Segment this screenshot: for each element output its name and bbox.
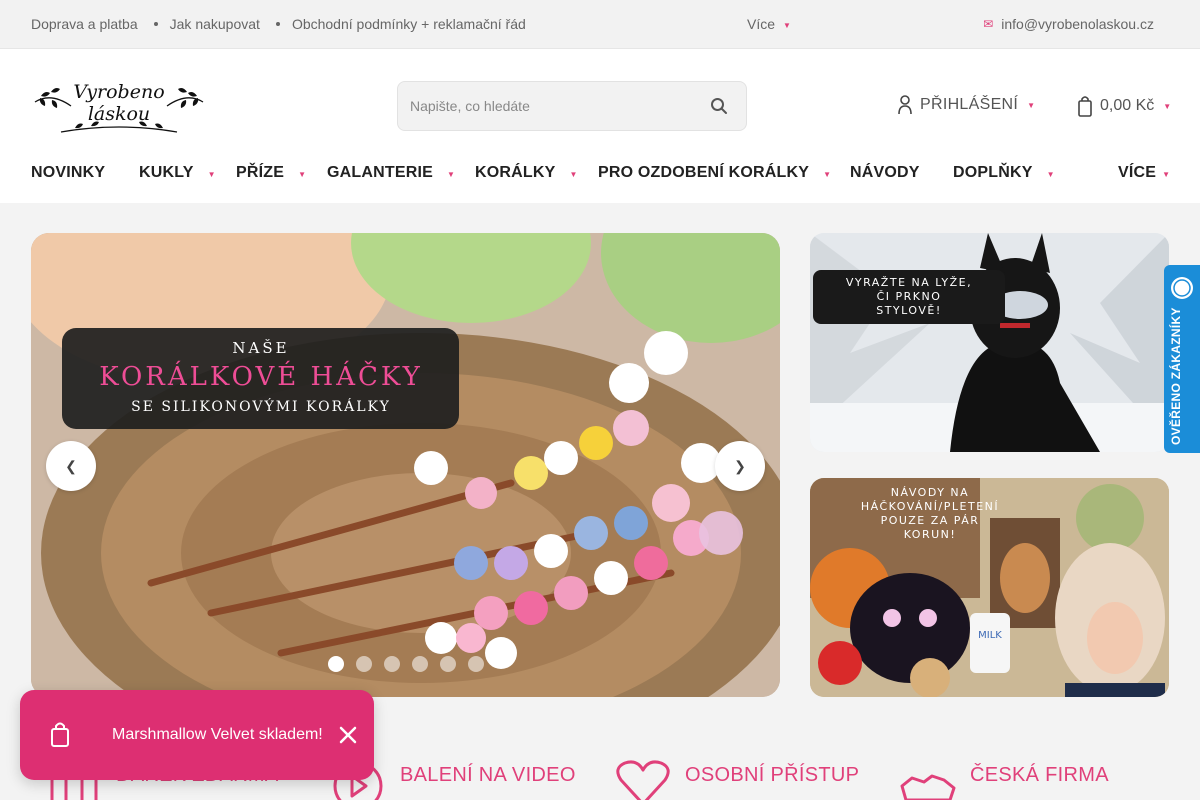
logo-graphic: Vyrobeno láskou (34, 81, 204, 133)
verified-by-customers-badge[interactable]: OVĚŘENO ZÁKAZNÍKY (1164, 265, 1200, 453)
nav-item-novinky[interactable]: NOVINKY (31, 164, 105, 182)
hero-slider[interactable]: NAŠE KORÁLKOVÉ HÁČKY SE SILIKONOVÝMI KOR… (31, 233, 780, 697)
top-email-link[interactable]: ✉ info@vyrobenolaskou.cz (983, 16, 1154, 32)
search-icon[interactable] (710, 97, 728, 115)
verified-seal-icon (1171, 277, 1193, 299)
slider-dot[interactable] (440, 656, 456, 672)
link-how-to-buy[interactable]: Jak nakupovat (170, 16, 260, 32)
chevron-down-icon: ▼ (783, 20, 791, 30)
patterns-banner-line-4: KORUN! (904, 528, 957, 541)
nav-item-vice[interactable]: VÍCE ▼ (1118, 164, 1170, 182)
nav-item-pro-ozdobeni[interactable]: PRO OZDOBENÍ KORÁLKY ▼ (598, 164, 831, 182)
milk-label: MILK (978, 630, 1002, 641)
nav-label: DOPLŇKY (953, 164, 1033, 181)
slider-dots (328, 656, 484, 672)
heart-icon (616, 760, 670, 800)
stock-notification-toast[interactable]: Marshmallow Velvet skladem! (20, 690, 374, 780)
hero-title-small: NAŠE (232, 339, 289, 357)
slider-dot[interactable] (384, 656, 400, 672)
nav-item-kukly[interactable]: KUKLY ▼ (139, 164, 216, 182)
cart-total: 0,00 Kč (1100, 97, 1155, 114)
nav-label: KORÁLKY (475, 164, 556, 181)
nav-label: GALANTERIE (327, 164, 433, 181)
slider-dot[interactable] (328, 656, 344, 672)
slider-dot[interactable] (468, 656, 484, 672)
link-terms[interactable]: Obchodní podmínky + reklamační řád (292, 16, 526, 32)
hero-title: KORÁLKOVÉ HÁČKY (99, 360, 423, 392)
top-links: Doprava a platba Jak nakupovat Obchodní … (31, 0, 526, 48)
patterns-banner-line-1: NÁVODY NA (891, 486, 969, 499)
verified-label: OVĚŘENO ZÁKAZNÍKY (1169, 307, 1183, 445)
side-banner-patterns-image: MILK NÁVODY NA HÁČKOVÁNÍ/PLETENÍ POUZE Z… (810, 478, 1169, 697)
top-more-label: Více (747, 16, 776, 32)
logo[interactable]: Vyrobeno láskou (31, 72, 207, 138)
side-banner-patterns[interactable]: MILK NÁVODY NA HÁČKOVÁNÍ/PLETENÍ POUZE Z… (810, 478, 1169, 697)
nav-label: KUKLY (139, 164, 194, 181)
chevron-down-icon: ▼ (298, 170, 307, 179)
feature-czech-company: ČESKÁ FIRMA (970, 764, 1109, 786)
ski-banner-line-1: VYRAŽTE NA LYŽE, (846, 276, 972, 289)
email-text: info@vyrobenolaskou.cz (1001, 16, 1154, 32)
patterns-banner-line-2: HÁČKOVÁNÍ/PLETENÍ (861, 500, 999, 513)
hero-subtitle: SE SILIKONOVÝMI KORÁLKY (131, 397, 391, 415)
chevron-down-icon: ▼ (1163, 101, 1172, 111)
ski-banner-line-2: ČI PRKNO (877, 290, 942, 303)
hero-image: NAŠE KORÁLKOVÉ HÁČKY SE SILIKONOVÝMI KOR… (31, 233, 780, 697)
chevron-down-icon: ▼ (823, 170, 832, 179)
chevron-down-icon: ▼ (1046, 170, 1055, 179)
svg-text:Vyrobeno: Vyrobeno (73, 81, 164, 103)
separator-dot (153, 22, 158, 26)
top-bar: Doprava a platba Jak nakupovat Obchodní … (0, 0, 1200, 49)
envelope-icon: ✉ (983, 17, 994, 31)
nav-item-prize[interactable]: PŘÍZE ▼ (236, 164, 306, 182)
user-icon (898, 95, 912, 115)
feature-personal-approach: OSOBNÍ PŘÍSTUP (685, 764, 860, 786)
side-banner-ski[interactable]: VYRAŽTE NA LYŽE, ČI PRKNO STYLOVĚ! (810, 233, 1169, 452)
chevron-down-icon: ▼ (207, 170, 216, 179)
nav-label: PRO OZDOBENÍ KORÁLKY (598, 164, 810, 181)
search-input[interactable] (410, 82, 700, 130)
nav-label: VÍCE (1118, 164, 1157, 181)
chevron-down-icon: ▼ (569, 170, 578, 179)
side-banner-ski-image: VYRAŽTE NA LYŽE, ČI PRKNO STYLOVĚ! (810, 233, 1169, 452)
chevron-down-icon: ▼ (447, 170, 456, 179)
czech-map-icon (900, 774, 956, 800)
feature-video-packing: BALENÍ NA VIDEO (400, 764, 576, 786)
close-icon[interactable] (338, 725, 358, 745)
nav-item-koralky[interactable]: KORÁLKY ▼ (475, 164, 578, 182)
nav-item-doplnky[interactable]: DOPLŇKY ▼ (953, 164, 1055, 182)
chevron-right-icon: ❯ (734, 457, 746, 474)
cart-button[interactable]: 0,00 Kč ▼ (1078, 95, 1171, 117)
login-button[interactable]: PŘIHLÁŠENÍ ▼ (898, 95, 1035, 115)
patterns-banner-line-3: POUZE ZA PÁR (881, 514, 980, 527)
chevron-down-icon: ▼ (1027, 100, 1036, 110)
top-more-dropdown[interactable]: Více ▼ (747, 16, 791, 32)
nav-item-navody[interactable]: NÁVODY (850, 164, 920, 182)
chevron-down-icon: ▼ (1162, 170, 1171, 179)
ski-banner-line-3: STYLOVĚ! (876, 304, 942, 317)
chevron-left-icon: ❮ (65, 457, 77, 474)
main-nav: NOVINKY KUKLY ▼ PŘÍZE ▼ GALANTERIE ▼ KORÁLK… (31, 160, 1170, 188)
slider-dot[interactable] (412, 656, 428, 672)
slider-prev-button[interactable]: ❮ (46, 441, 96, 491)
toast-message: Marshmallow Velvet skladem! (112, 726, 323, 743)
nav-item-galanterie[interactable]: GALANTERIE ▼ (327, 164, 455, 182)
search-box (397, 81, 747, 131)
shopping-bag-icon (1078, 96, 1092, 117)
nav-label: NOVINKY (31, 164, 106, 181)
slider-next-button[interactable]: ❯ (715, 441, 765, 491)
link-shipping[interactable]: Doprava a platba (31, 16, 138, 32)
nav-label: NÁVODY (850, 164, 920, 181)
nav-label: PŘÍZE (236, 164, 285, 181)
login-label: PŘIHLÁŠENÍ (920, 96, 1019, 113)
slider-dot[interactable] (356, 656, 372, 672)
shopping-bag-icon (51, 722, 69, 747)
separator-dot (275, 22, 280, 26)
